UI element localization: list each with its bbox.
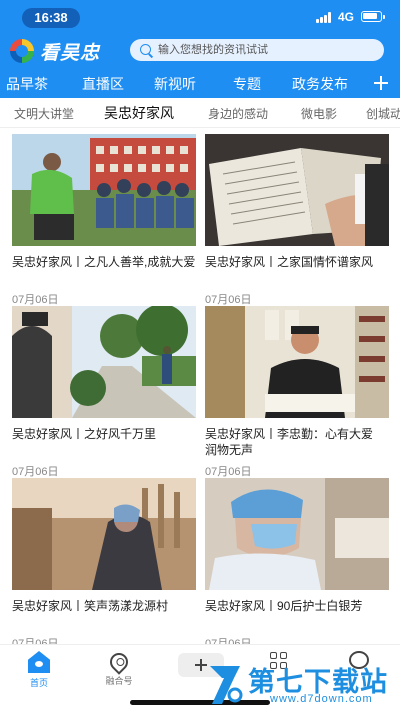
subtab-bar: 文明大讲堂 吴忠好家风 身边的感动 微电影 创城动 — [0, 98, 400, 128]
article-title: 吴忠好家风丨之凡人善举,成就大爱 — [12, 255, 196, 269]
article-date: 07月06日 — [205, 466, 252, 478]
subtab-item[interactable]: 文明大讲堂 — [14, 105, 74, 122]
watermark-logo-icon — [210, 666, 243, 704]
article-date: 07月06日 — [12, 466, 59, 478]
nav-home[interactable]: 首页 — [9, 651, 69, 689]
nav-home-label: 首页 — [29, 678, 48, 688]
category-tab[interactable]: 政务发布 — [292, 74, 348, 94]
network-type: 4G — [338, 10, 355, 24]
nav-fusion[interactable]: 融合号 — [89, 649, 149, 687]
app-header: 16:38 4G 看吴忠 输入您想找的资讯试试 品早茶 直播区 新视听 专题 政… — [0, 0, 400, 98]
article-card[interactable]: 吴忠好家风丨之凡人善举,成就大爱 07月06日 — [12, 134, 196, 307]
nav-fusion-label: 融合号 — [105, 676, 133, 686]
article-title: 吴忠好家风丨笑声荡漾龙源村 — [12, 599, 169, 613]
article-card[interactable]: 吴忠好家风丨之好风千万里 07月06日 — [12, 306, 196, 479]
article-card[interactable]: 吴忠好家风丨90后护士白银芳 07月06日 — [205, 478, 389, 651]
category-tab[interactable]: 新视听 — [154, 74, 196, 94]
article-card[interactable]: 吴忠好家风丨李忠勤：心有大爱 润物无声 07月06日 — [205, 306, 389, 479]
app-logo-icon — [10, 39, 34, 63]
signal-icon — [316, 12, 334, 23]
top-bar: 看吴忠 输入您想找的资讯试试 — [0, 36, 400, 66]
search-input[interactable]: 输入您想找的资讯试试 — [130, 39, 384, 61]
subtab-item[interactable]: 创城动 — [366, 105, 400, 122]
home-icon — [28, 651, 50, 673]
category-tab[interactable]: 专题 — [233, 74, 261, 94]
article-title: 吴忠好家风丨之家国情怀谱家风 — [205, 255, 374, 269]
status-bar: 16:38 4G — [0, 0, 400, 34]
subtab-item[interactable]: 身边的感动 — [208, 105, 268, 122]
article-thumbnail — [12, 478, 196, 590]
category-tab[interactable]: 直播区 — [82, 74, 124, 94]
article-card[interactable]: 吴忠好家风丨笑声荡漾龙源村 07月06日 — [12, 478, 196, 651]
location-pin-icon — [106, 649, 132, 675]
article-thumbnail — [205, 134, 389, 246]
status-time: 16:38 — [22, 8, 80, 28]
article-date: 07月06日 — [205, 294, 252, 306]
app-logo-text: 看吴忠 — [40, 43, 101, 64]
article-thumbnail — [12, 134, 196, 246]
article-thumbnail — [205, 306, 389, 418]
article-thumbnail — [12, 306, 196, 418]
watermark-url: www.d7down.com — [270, 693, 373, 705]
article-thumbnail — [205, 478, 389, 590]
subtab-item-active[interactable]: 吴忠好家风 — [104, 103, 174, 123]
watermark: 第七下载站 www.d7down.com — [208, 660, 398, 710]
add-category-icon[interactable] — [374, 76, 388, 90]
search-placeholder: 输入您想找的资讯试试 — [158, 44, 268, 56]
article-date: 07月06日 — [12, 294, 59, 306]
category-bar: 品早茶 直播区 新视听 专题 政务发布 — [0, 68, 400, 98]
category-tab[interactable]: 品早茶 — [6, 74, 48, 94]
article-card[interactable]: 吴忠好家风丨之家国情怀谱家风 07月06日 — [205, 134, 389, 307]
battery-icon — [361, 11, 385, 22]
subtab-item[interactable]: 微电影 — [301, 105, 337, 122]
article-title: 吴忠好家风丨90后护士白银芳 — [205, 599, 363, 613]
search-icon — [140, 44, 151, 55]
article-title: 吴忠好家风丨李忠勤：心有大爱 润物无声 — [205, 427, 386, 457]
article-title: 吴忠好家风丨之好风千万里 — [12, 427, 157, 441]
